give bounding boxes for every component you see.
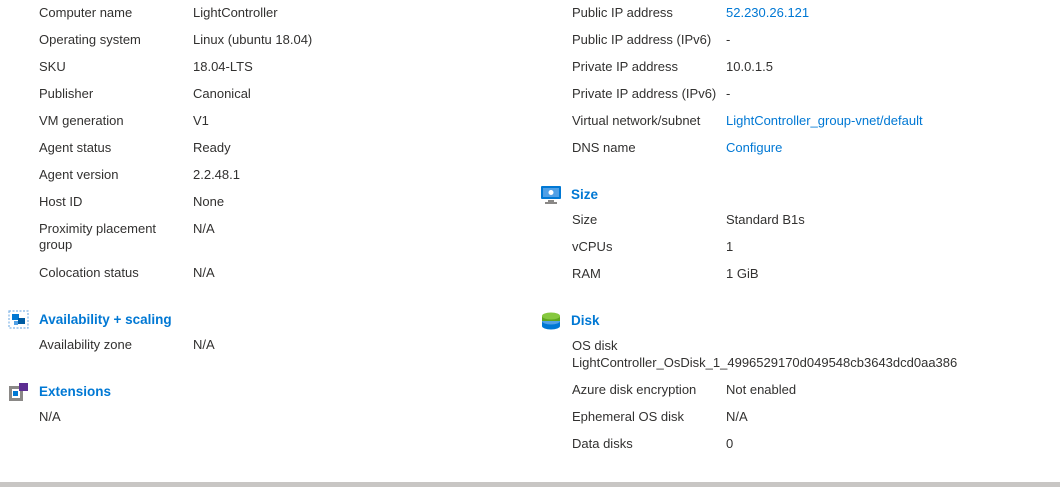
property-value: Standard B1s	[726, 212, 805, 227]
property-label: Public IP address (IPv6)	[572, 32, 712, 47]
property-value: N/A	[193, 221, 215, 236]
property-label: Operating system	[39, 32, 141, 47]
property-label: Data disks	[572, 436, 633, 451]
availability-scaling-icon	[8, 310, 29, 329]
property-label: Public IP address	[572, 5, 673, 20]
property-label: Virtual network/subnet	[572, 113, 701, 128]
property-label: vCPUs	[572, 239, 613, 254]
property-label: Publisher	[39, 86, 94, 101]
property-label: Proximity placement group	[39, 221, 157, 252]
property-label: Ephemeral OS disk	[572, 409, 684, 424]
property-label: Azure disk encryption	[572, 382, 697, 397]
horizontal-scrollbar[interactable]	[0, 482, 1060, 487]
property-value: 1	[726, 239, 734, 254]
property-value: Ready	[193, 140, 231, 155]
property-label: DNS name	[572, 140, 636, 155]
property-label: Size	[572, 212, 598, 227]
property-value: 10.0.1.5	[726, 59, 773, 74]
virtual-network-link[interactable]: LightController_group-vnet/default	[726, 113, 923, 129]
property-label: Host ID	[39, 194, 83, 209]
property-label: Agent version	[39, 167, 119, 182]
property-value: -	[726, 32, 731, 47]
property-label: Availability zone	[39, 337, 132, 352]
property-value: Canonical	[193, 86, 251, 101]
property-value: 2.2.48.1	[193, 167, 240, 182]
size-title[interactable]: Size	[571, 187, 598, 202]
dns-configure-link[interactable]: Configure	[726, 140, 782, 156]
property-label: Computer name	[39, 5, 133, 20]
extensions-title[interactable]: Extensions	[39, 384, 111, 399]
property-value: -	[726, 86, 731, 101]
disk-title[interactable]: Disk	[571, 313, 600, 328]
property-label: RAM	[572, 266, 601, 281]
property-label: Private IP address	[572, 59, 678, 74]
extensions-icon	[9, 383, 28, 401]
disk-icon	[542, 312, 560, 330]
property-label: Colocation status	[39, 265, 139, 280]
property-value: 18.04-LTS	[193, 59, 253, 74]
extensions-value: N/A	[39, 409, 61, 424]
property-value: N/A	[193, 337, 215, 352]
property-value: N/A	[726, 409, 748, 424]
property-label: SKU	[39, 59, 66, 74]
property-value: 1 GiB	[726, 266, 759, 281]
availability-scaling-title[interactable]: Availability + scaling	[39, 312, 172, 327]
property-label: Agent status	[39, 140, 112, 155]
property-label: Private IP address (IPv6)	[572, 86, 717, 101]
property-value: LightController	[193, 5, 278, 20]
os-disk-value: LightController_OsDisk_1_4996529170d0495…	[572, 355, 958, 370]
property-value: 0	[726, 436, 734, 451]
public-ip-link[interactable]: 52.230.26.121	[726, 5, 809, 21]
vm-properties-page: Computer name LightController Operating …	[0, 0, 1060, 487]
property-label: VM generation	[39, 113, 124, 128]
property-value: V1	[193, 113, 209, 128]
vm-size-icon	[541, 186, 561, 204]
property-value: Linux (ubuntu 18.04)	[193, 32, 313, 47]
property-value: None	[193, 194, 225, 209]
property-value: Not enabled	[726, 382, 797, 397]
os-disk-label: OS disk	[572, 338, 618, 353]
property-value: N/A	[193, 265, 215, 280]
